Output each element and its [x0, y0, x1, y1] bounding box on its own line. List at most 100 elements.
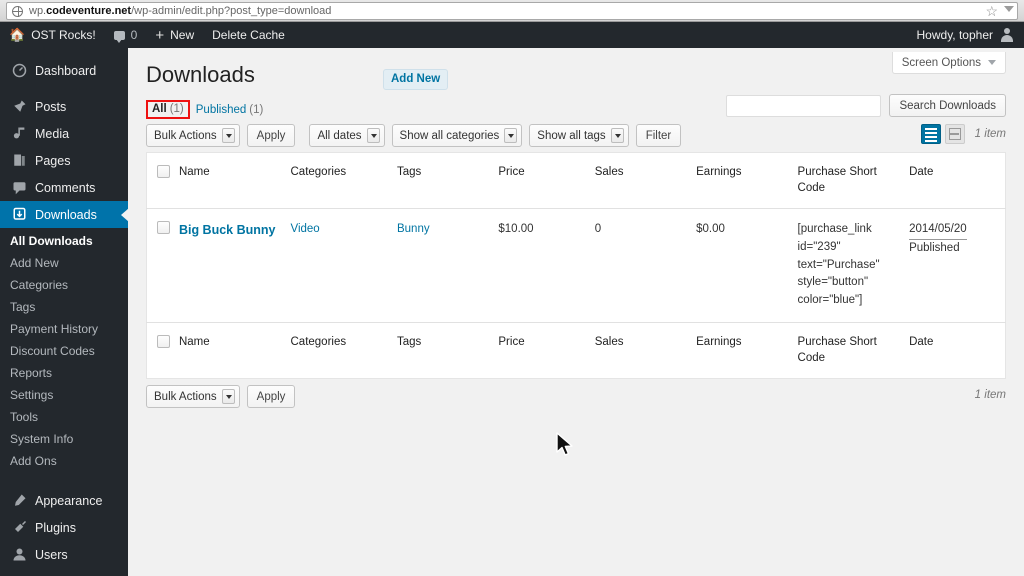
screen-options-toggle[interactable]: Screen Options	[891, 52, 1006, 74]
wp-admin-bar: 🏠 OST Rocks! 0 + New Delete Cache Howdy,…	[0, 22, 1024, 48]
apply-button-top[interactable]: Apply	[246, 124, 296, 147]
search-area: Search Downloads	[726, 94, 1006, 117]
category-link[interactable]: Video	[291, 223, 320, 235]
item-count-bottom: 1 item	[974, 389, 1006, 401]
all-dates-select[interactable]: All dates	[309, 124, 385, 147]
adminbar-delete-cache-label: Delete Cache	[212, 28, 285, 42]
search-input[interactable]	[726, 94, 882, 117]
select-all-checkbox-footer[interactable]	[157, 335, 170, 349]
column-header-price[interactable]: Price	[498, 152, 595, 210]
filter-button[interactable]: Filter	[635, 124, 682, 147]
column-footer-sales[interactable]: Sales	[594, 322, 697, 379]
excerpt-view-icon[interactable]	[944, 124, 965, 144]
cell-sales: 0	[594, 223, 602, 236]
column-header-date[interactable]: Date	[909, 152, 1006, 210]
sidebar-item-users[interactable]: Users	[0, 541, 128, 568]
column-header-name[interactable]: Name	[178, 152, 291, 210]
bulk-actions-label-top: Bulk Actions	[154, 129, 217, 142]
column-footer-date[interactable]: Date	[909, 322, 1006, 379]
sidebar-subitem-settings[interactable]: Settings	[0, 384, 128, 406]
bookmark-star-icon[interactable]: ☆	[985, 3, 998, 19]
column-header-sales[interactable]: Sales	[594, 152, 697, 210]
sidebar-subitem-add-ons[interactable]: Add Ons	[0, 450, 128, 472]
select-all-checkbox[interactable]	[157, 165, 170, 178]
select-all-header	[146, 152, 179, 210]
view-link-published[interactable]: Published	[196, 104, 247, 116]
tablenav-bottom: Bulk Actions Apply	[146, 385, 296, 408]
column-footer-shortcode: Purchase Short Code	[797, 322, 910, 379]
bulk-actions-select-bottom[interactable]: Bulk Actions	[146, 385, 240, 408]
main-content: Screen Options Downloads Add New All (1)…	[128, 48, 1024, 576]
adminbar-comments[interactable]: 0	[105, 22, 147, 48]
cell-shortcode: [purchase_link id="239" text="Purchase" …	[797, 223, 880, 307]
column-footer-earnings[interactable]: Earnings	[696, 322, 798, 379]
column-header-earnings[interactable]: Earnings	[696, 152, 798, 210]
sidebar-subitem-payment-history[interactable]: Payment History	[0, 318, 128, 340]
sidebar-item-downloads[interactable]: Downloads	[0, 201, 129, 228]
tags-select[interactable]: Show all tags	[529, 124, 629, 147]
sidebar-label-plugins: Plugins	[35, 520, 76, 535]
adminbar-site-name[interactable]: 🏠 OST Rocks!	[0, 22, 105, 48]
sidebar-spacer-top	[0, 48, 128, 57]
bulk-actions-select-top[interactable]: Bulk Actions	[146, 124, 240, 147]
column-footer-tags[interactable]: Tags	[396, 322, 499, 379]
sidebar-subitem-all-downloads[interactable]: All Downloads	[0, 230, 128, 252]
sidebar-item-posts[interactable]: Posts	[0, 93, 128, 120]
sidebar-subitem-categories[interactable]: Categories	[0, 274, 128, 296]
pages-icon	[10, 153, 28, 168]
tag-link[interactable]: Bunny	[397, 223, 430, 235]
add-new-button[interactable]: Add New	[383, 69, 449, 90]
adminbar-new[interactable]: + New	[146, 22, 203, 48]
sidebar-subitem-discount-codes[interactable]: Discount Codes	[0, 340, 128, 362]
plug-icon	[10, 520, 28, 535]
column-footer-name[interactable]: Name	[178, 322, 291, 379]
cell-name: Big Buck Bunny	[179, 209, 291, 323]
adminbar-howdy-label: Howdy, topher	[916, 28, 993, 42]
sidebar-item-media[interactable]: Media	[0, 120, 128, 147]
view-count-all: (1)	[169, 103, 184, 115]
comment-icon	[10, 180, 28, 195]
download-title-link[interactable]: Big Buck Bunny	[179, 223, 276, 237]
row-checkbox[interactable]	[157, 221, 170, 235]
sidebar-item-plugins[interactable]: Plugins	[0, 514, 128, 541]
adminbar-account[interactable]: Howdy, topher	[917, 22, 1024, 48]
table-body: Big Buck Bunny Video Bunny $10.00 0 $0.0…	[147, 209, 1006, 323]
sidebar-item-appearance[interactable]: Appearance	[0, 487, 128, 514]
bulk-actions-label-bottom: Bulk Actions	[154, 390, 217, 403]
sidebar-subitem-tools[interactable]: Tools	[0, 406, 128, 428]
table-row: Big Buck Bunny Video Bunny $10.00 0 $0.0…	[147, 209, 1006, 323]
sidebar-item-comments[interactable]: Comments	[0, 174, 128, 201]
column-header-shortcode: Purchase Short Code	[797, 152, 910, 210]
url-bar[interactable]: wp. codeventure.net/wp-admin/edit.php?pos…	[6, 2, 1018, 20]
table-footer-row: Name Categories Tags Price Sales Earning…	[146, 322, 1006, 379]
sidebar-item-dashboard[interactable]: Dashboard	[0, 57, 128, 84]
chevron-down-icon	[610, 128, 624, 143]
chevron-down-icon[interactable]	[1004, 6, 1014, 12]
sidebar-sublabel-all-downloads: All Downloads	[10, 234, 93, 248]
sidebar-item-pages[interactable]: Pages	[0, 147, 128, 174]
list-view-icon[interactable]	[920, 124, 941, 144]
adminbar-delete-cache[interactable]: Delete Cache	[203, 22, 294, 48]
brush-icon	[10, 493, 28, 508]
table-head: Name Categories Tags Price Sales Earning…	[146, 152, 1006, 210]
sidebar-sublabel-add-ons: Add Ons	[10, 454, 57, 468]
sidebar-subitem-reports[interactable]: Reports	[0, 362, 128, 384]
adminbar-site-label: OST Rocks!	[31, 28, 96, 42]
globe-icon	[12, 5, 23, 17]
column-header-tags[interactable]: Tags	[396, 152, 499, 210]
sidebar-subitem-add-new[interactable]: Add New	[0, 252, 128, 274]
sidebar-sublabel-reports: Reports	[10, 366, 53, 380]
apply-button-bottom[interactable]: Apply	[246, 385, 296, 408]
sidebar-subitem-tags[interactable]: Tags	[0, 296, 128, 318]
column-header-categories[interactable]: Categories	[290, 152, 397, 210]
sidebar-label-appearance: Appearance	[35, 493, 103, 508]
column-footer-price[interactable]: Price	[498, 322, 595, 379]
search-downloads-button[interactable]: Search Downloads	[889, 94, 1006, 117]
sidebar-label-media: Media	[35, 126, 70, 141]
column-footer-categories[interactable]: Categories	[290, 322, 397, 379]
view-link-all[interactable]: All	[152, 103, 167, 115]
sidebar-subitem-system-info[interactable]: System Info	[0, 428, 128, 450]
categories-select[interactable]: Show all categories	[391, 124, 523, 147]
page-title: Downloads	[146, 62, 255, 87]
